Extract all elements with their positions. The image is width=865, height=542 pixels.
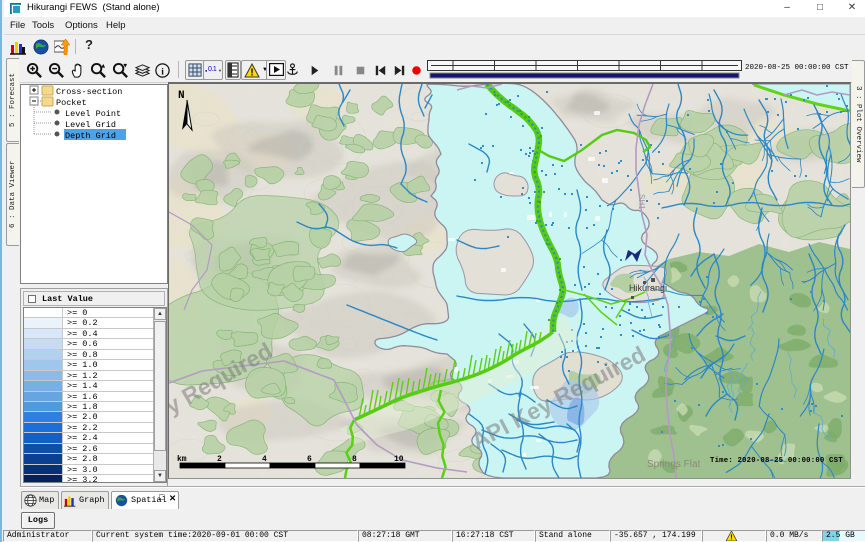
svg-text:Time: 2020-08-25 00:00:00 CST: Time: 2020-08-25 00:00:00 CST bbox=[710, 457, 843, 465]
svg-text:N: N bbox=[178, 90, 185, 102]
svg-text:Cross-section: Cross-section bbox=[56, 87, 122, 97]
svg-text:!: ! bbox=[250, 68, 253, 79]
svg-text:Depth Grid: Depth Grid bbox=[65, 131, 116, 141]
svg-text:Level Grid: Level Grid bbox=[65, 120, 116, 130]
svg-text:Springs Flat: Springs Flat bbox=[647, 459, 701, 470]
svg-text:!: ! bbox=[729, 535, 733, 541]
svg-text:Hikurangi: Hikurangi bbox=[629, 283, 667, 293]
svg-text:Pocket: Pocket bbox=[56, 98, 87, 108]
svg-text:Level Point: Level Point bbox=[65, 109, 121, 119]
svg-text:i: i bbox=[161, 67, 164, 77]
svg-text:SH1: SH1 bbox=[637, 194, 646, 210]
